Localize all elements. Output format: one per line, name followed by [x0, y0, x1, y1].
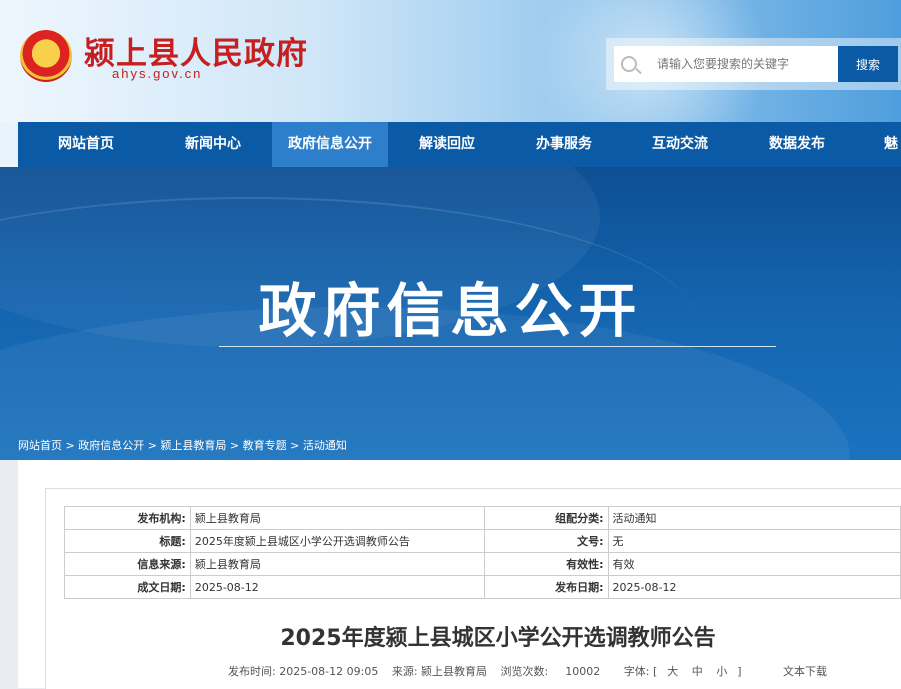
- main-nav: 网站首页 新闻中心 政府信息公开 解读回应 办事服务 互动交流 数据发布 魅: [0, 122, 901, 167]
- breadcrumb-info-disclosure[interactable]: 政府信息公开: [78, 439, 144, 452]
- nav-item-interpretation[interactable]: 解读回应: [388, 122, 506, 167]
- table-row: 标题: 2025年度颍上县城区小学公开选调教师公告 文号: 无: [64, 529, 901, 553]
- article-source: 来源: 颍上县教育局: [391, 665, 488, 678]
- breadcrumb-education-bureau[interactable]: 颍上县教育局: [160, 439, 226, 452]
- breadcrumb-home[interactable]: 网站首页: [18, 439, 62, 452]
- value-category: 活动通知: [607, 506, 901, 530]
- banner-title: 政府信息公开: [258, 277, 643, 345]
- label-publisher: 发布机构:: [64, 506, 191, 530]
- nav-item-services[interactable]: 办事服务: [506, 122, 622, 167]
- value-publish-date: 2025-08-12: [607, 575, 901, 599]
- banner-divider: [219, 346, 776, 347]
- label-title: 标题:: [64, 529, 191, 553]
- view-count: 浏览次数: 10002: [500, 665, 601, 678]
- breadcrumb-education-topic[interactable]: 教育专题: [243, 439, 287, 452]
- nav-left-edge: [0, 122, 18, 167]
- nav-item-interaction[interactable]: 互动交流: [622, 122, 738, 167]
- value-publisher: 颍上县教育局: [189, 506, 485, 530]
- nav-item-news[interactable]: 新闻中心: [154, 122, 272, 167]
- breadcrumb-activity-notice[interactable]: 活动通知: [303, 439, 347, 452]
- nav-item-home[interactable]: 网站首页: [18, 122, 154, 167]
- text-download-link[interactable]: 文本下载: [783, 665, 827, 678]
- info-meta-table: 发布机构: 颍上县教育局 组配分类: 活动通知 标题: 2025年度颍上县城区小…: [64, 506, 901, 599]
- font-medium-button[interactable]: 中: [692, 665, 703, 678]
- value-validity: 有效: [607, 552, 901, 576]
- font-small-button[interactable]: 小: [716, 665, 727, 678]
- label-publish-date: 发布日期:: [483, 575, 609, 599]
- publish-time: 发布时间: 2025-08-12 09:05: [228, 665, 379, 678]
- nav-item-info-disclosure[interactable]: 政府信息公开: [272, 122, 388, 167]
- value-doc-number: 无: [607, 529, 901, 553]
- label-validity: 有效性:: [483, 552, 609, 576]
- national-emblem-icon[interactable]: ★: [20, 30, 72, 82]
- font-size-control: 字体: [大 中 小]: [623, 665, 742, 678]
- breadcrumb: 网站首页 > 政府信息公开 > 颍上县教育局 > 教育专题 > 活动通知: [18, 439, 347, 452]
- banner: 政府信息公开 网站首页 > 政府信息公开 > 颍上县教育局 > 教育专题 > 活…: [0, 167, 901, 460]
- article-title: 2025年度颍上县城区小学公开选调教师公告: [280, 626, 716, 651]
- label-category: 组配分类:: [483, 506, 609, 530]
- value-written-date: 2025-08-12: [189, 575, 485, 599]
- search-button[interactable]: 搜索: [838, 46, 898, 82]
- site-url: ahys.gov.cn: [112, 66, 203, 81]
- label-doc-number: 文号:: [483, 529, 609, 553]
- search-input[interactable]: [614, 46, 838, 82]
- table-row: 成文日期: 2025-08-12 发布日期: 2025-08-12: [64, 575, 901, 599]
- value-title: 2025年度颍上县城区小学公开选调教师公告: [189, 529, 485, 553]
- label-source: 信息来源:: [64, 552, 191, 576]
- label-written-date: 成文日期:: [64, 575, 191, 599]
- article-meta: 发布时间: 2025-08-12 09:05 来源: 颍上县教育局 浏览次数: …: [228, 663, 837, 679]
- table-row: 信息来源: 颍上县教育局 有效性: 有效: [64, 552, 901, 576]
- font-large-button[interactable]: 大: [667, 665, 678, 678]
- nav-item-charm[interactable]: 魅: [856, 122, 901, 167]
- value-source: 颍上县教育局: [189, 552, 485, 576]
- search-icon: [621, 56, 637, 72]
- table-row: 发布机构: 颍上县教育局 组配分类: 活动通知: [64, 506, 901, 530]
- nav-item-data[interactable]: 数据发布: [738, 122, 856, 167]
